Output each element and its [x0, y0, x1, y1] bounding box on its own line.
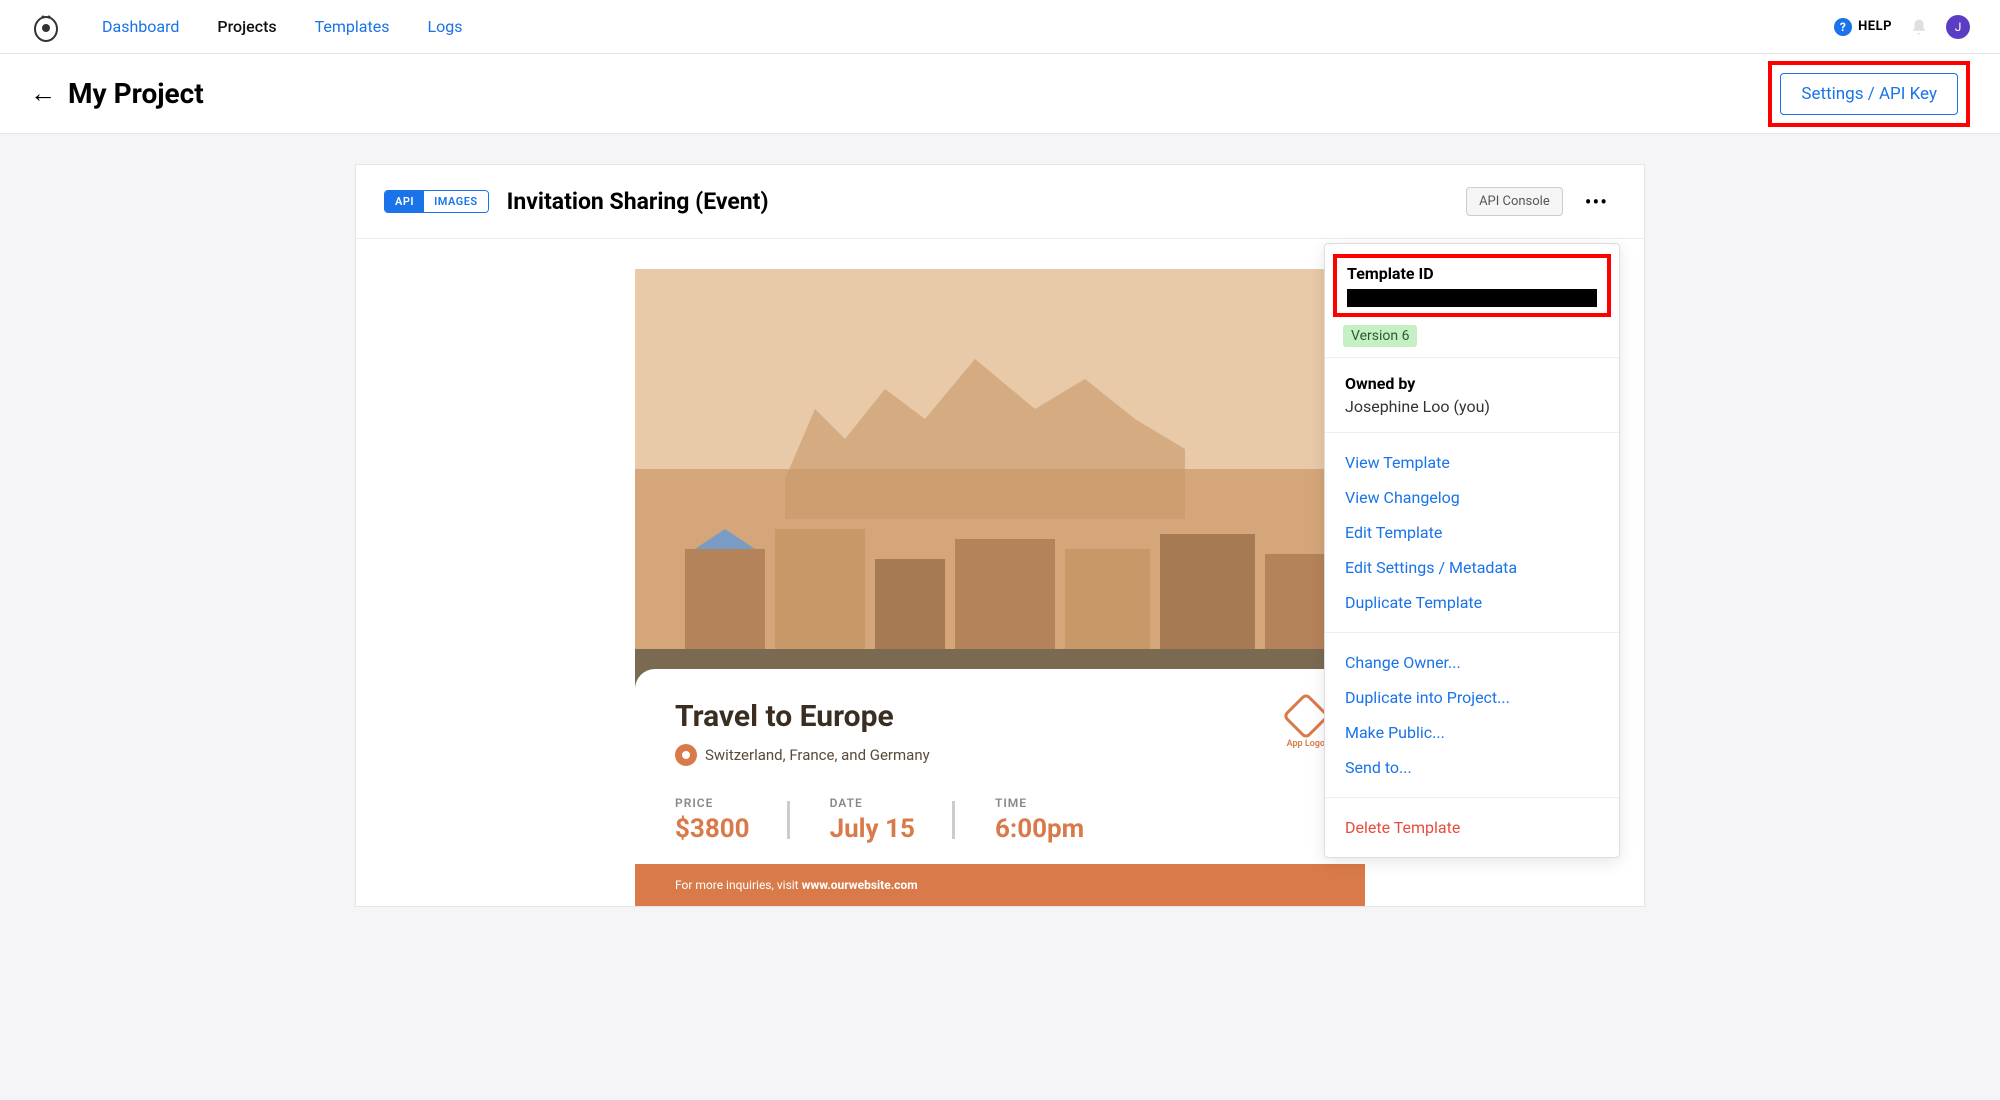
help-icon: ? — [1834, 18, 1852, 36]
dropdown-links-3: Delete Template — [1325, 798, 1619, 857]
content-area: API IMAGES Invitation Sharing (Event) AP… — [0, 134, 2000, 907]
stat-price-value: $3800 — [675, 814, 750, 844]
page-title: My Project — [68, 77, 204, 110]
link-make-public[interactable]: Make Public... — [1325, 715, 1619, 750]
nav-logs[interactable]: Logs — [427, 17, 462, 36]
link-edit-settings[interactable]: Edit Settings / Metadata — [1325, 550, 1619, 585]
nav-projects[interactable]: Projects — [217, 17, 276, 36]
app-logo-text: App Logo — [1287, 739, 1325, 749]
link-delete-template[interactable]: Delete Template — [1325, 810, 1619, 845]
nav-templates[interactable]: Templates — [315, 17, 390, 36]
footer-url: www.ourwebsite.com — [802, 878, 918, 892]
top-navigation: Dashboard Projects Templates Logs ? HELP… — [0, 0, 2000, 54]
preview-location: Switzerland, France, and Germany — [705, 746, 930, 764]
template-card: API IMAGES Invitation Sharing (Event) AP… — [355, 164, 1645, 907]
link-edit-template[interactable]: Edit Template — [1325, 515, 1619, 550]
dropdown-links-2: Change Owner... Duplicate into Project..… — [1325, 633, 1619, 798]
link-view-changelog[interactable]: View Changelog — [1325, 480, 1619, 515]
back-arrow-icon[interactable]: ← — [30, 78, 56, 109]
stat-price: PRICE $3800 — [675, 796, 790, 844]
template-dropdown: Template ID Version 6 Owned by Josephine… — [1324, 243, 1620, 858]
stat-time: TIME 6:00pm — [995, 796, 1124, 844]
version-badge: Version 6 — [1343, 325, 1417, 347]
owned-by-label: Owned by — [1345, 374, 1599, 393]
stat-time-label: TIME — [995, 796, 1084, 810]
link-send-to[interactable]: Send to... — [1325, 750, 1619, 785]
notifications-icon[interactable] — [1910, 18, 1928, 36]
stat-date: DATE July 15 — [830, 796, 955, 844]
link-duplicate-template[interactable]: Duplicate Template — [1325, 585, 1619, 620]
page-title-wrap: ← My Project — [30, 77, 204, 110]
preview-stats: PRICE $3800 DATE July 15 TIME 6:00pm — [675, 796, 1325, 844]
nav-links: Dashboard Projects Templates Logs — [102, 17, 1834, 36]
badge-images: IMAGES — [424, 191, 488, 212]
link-view-template[interactable]: View Template — [1325, 445, 1619, 480]
settings-highlight: Settings / API Key — [1768, 61, 1970, 127]
preview-subtitle: Switzerland, France, and Germany — [675, 744, 930, 766]
api-console-button[interactable]: API Console — [1466, 187, 1563, 216]
badge-api: API — [385, 191, 424, 212]
stat-date-value: July 15 — [830, 814, 915, 844]
stat-time-value: 6:00pm — [995, 814, 1084, 844]
subheader: ← My Project Settings / API Key — [0, 54, 2000, 134]
help-label: HELP — [1858, 19, 1892, 34]
location-pin-icon — [675, 744, 697, 766]
template-title: Invitation Sharing (Event) — [507, 188, 1448, 215]
user-avatar[interactable]: J — [1946, 15, 1970, 39]
card-header: API IMAGES Invitation Sharing (Event) AP… — [356, 165, 1644, 238]
app-logo-shape-icon — [1282, 692, 1330, 740]
settings-api-key-button[interactable]: Settings / API Key — [1780, 73, 1958, 115]
template-id-highlight: Template ID — [1333, 254, 1611, 317]
preview-info: Travel to Europe Switzerland, France, an… — [635, 669, 1365, 864]
app-logo-icon[interactable] — [30, 11, 62, 43]
preview-title: Travel to Europe — [675, 699, 930, 734]
link-duplicate-project[interactable]: Duplicate into Project... — [1325, 680, 1619, 715]
template-preview: Travel to Europe Switzerland, France, an… — [635, 269, 1365, 906]
dropdown-links-1: View Template View Changelog Edit Templa… — [1325, 433, 1619, 633]
footer-prefix: For more inquiries, visit — [675, 878, 802, 892]
stat-price-label: PRICE — [675, 796, 750, 810]
type-badges: API IMAGES — [384, 190, 489, 213]
template-id-value — [1347, 289, 1597, 307]
nav-dashboard[interactable]: Dashboard — [102, 17, 179, 36]
template-id-label: Template ID — [1347, 264, 1597, 283]
more-options-icon[interactable]: ••• — [1577, 190, 1616, 214]
preview-top: Travel to Europe Switzerland, France, an… — [675, 699, 1325, 766]
nav-right: ? HELP J — [1834, 15, 1970, 39]
preview-image — [635, 269, 1365, 699]
owned-by-value: Josephine Loo (you) — [1345, 397, 1599, 416]
preview-app-logo: App Logo — [1287, 699, 1325, 749]
stat-date-label: DATE — [830, 796, 915, 810]
preview-footer: For more inquiries, visit www.ourwebsite… — [635, 864, 1365, 906]
link-change-owner[interactable]: Change Owner... — [1325, 645, 1619, 680]
help-button[interactable]: ? HELP — [1834, 18, 1892, 36]
card-header-right: API Console ••• Template ID Version 6 Ow… — [1466, 187, 1616, 216]
